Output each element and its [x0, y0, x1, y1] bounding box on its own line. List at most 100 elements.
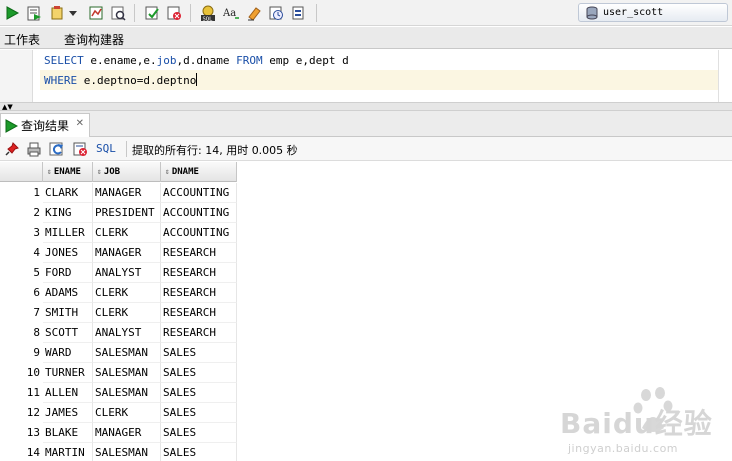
- unshared-sql-icon[interactable]: [288, 3, 308, 23]
- sql-link[interactable]: SQL: [96, 142, 116, 155]
- table-cell-job[interactable]: CLERK: [93, 283, 161, 303]
- explain-plan-icon[interactable]: [108, 3, 128, 23]
- close-icon[interactable]: ✕: [76, 118, 84, 129]
- table-cell-job[interactable]: ANALYST: [93, 323, 161, 343]
- table-cell-ename[interactable]: SCOTT: [43, 323, 93, 343]
- table-row[interactable]: 10 TURNER SALESMAN SALES: [0, 363, 237, 383]
- table-row[interactable]: 12 JAMES CLERK SALES: [0, 403, 237, 423]
- table-cell-dname[interactable]: RESEARCH: [161, 283, 237, 303]
- table-cell-job[interactable]: CLERK: [93, 223, 161, 243]
- table-cell-ename[interactable]: ADAMS: [43, 283, 93, 303]
- table-cell-job[interactable]: MANAGER: [93, 243, 161, 263]
- column-header-dname[interactable]: ⇕ DNAME: [161, 162, 237, 182]
- table-cell-dname[interactable]: RESEARCH: [161, 263, 237, 283]
- table-cell-ename[interactable]: ALLEN: [43, 383, 93, 403]
- row-number: 12: [26, 406, 40, 419]
- table-cell-dname[interactable]: RESEARCH: [161, 323, 237, 343]
- table-cell-ename[interactable]: BLAKE: [43, 423, 93, 443]
- row-number: 11: [26, 386, 40, 399]
- table-cell-ename[interactable]: KING: [43, 203, 93, 223]
- watermark-url: jingyan.baidu.com: [568, 442, 679, 455]
- table-row[interactable]: 14 MARTIN SALESMAN SALES: [0, 443, 237, 461]
- tab-query-results[interactable]: 查询结果 ✕: [0, 113, 90, 137]
- code-line-2[interactable]: WHERE e.deptno=d.deptno: [44, 73, 198, 87]
- svg-text:SQL: SQL: [203, 16, 214, 22]
- sort-icon[interactable]: ⇕: [47, 168, 52, 176]
- table-cell-job[interactable]: SALESMAN: [93, 343, 161, 363]
- clear-icon[interactable]: [244, 3, 264, 23]
- table-cell-job[interactable]: MANAGER: [93, 183, 161, 203]
- table-cell-dname[interactable]: SALES: [161, 383, 237, 403]
- run-script-icon[interactable]: [24, 3, 44, 23]
- table-row[interactable]: 11 ALLEN SALESMAN SALES: [0, 383, 237, 403]
- table-cell-dname[interactable]: RESEARCH: [161, 243, 237, 263]
- table-row[interactable]: 9 WARD SALESMAN SALES: [0, 343, 237, 363]
- table-cell-dname[interactable]: ACCOUNTING: [161, 183, 237, 203]
- table-cell-ename[interactable]: JAMES: [43, 403, 93, 423]
- delete-icon[interactable]: [70, 139, 90, 159]
- sql-keyword: job: [156, 54, 177, 67]
- table-cell-job[interactable]: CLERK: [93, 303, 161, 323]
- table-row[interactable]: 1 CLARK MANAGER ACCOUNTING: [0, 183, 237, 203]
- autotrace-icon[interactable]: [86, 3, 106, 23]
- table-cell-ename[interactable]: TURNER: [43, 363, 93, 383]
- table-row[interactable]: 7 SMITH CLERK RESEARCH: [0, 303, 237, 323]
- sql-editor[interactable]: SELECT e.ename,e.job,d.dname FROM emp e,…: [0, 50, 732, 102]
- chevron-down-icon[interactable]: [66, 3, 80, 23]
- table-cell-dname[interactable]: SALES: [161, 443, 237, 461]
- table-cell-dname[interactable]: SALES: [161, 403, 237, 423]
- connection-selector[interactable]: user_scott: [578, 3, 728, 22]
- table-cell-dname[interactable]: SALES: [161, 363, 237, 383]
- table-cell-ename[interactable]: JONES: [43, 243, 93, 263]
- tab-worksheet[interactable]: 工作表: [4, 31, 40, 48]
- table-cell-job[interactable]: SALESMAN: [93, 363, 161, 383]
- tab-query-builder[interactable]: 查询构建器: [64, 31, 124, 48]
- table-row[interactable]: 4 JONES MANAGER RESEARCH: [0, 243, 237, 263]
- refresh-icon[interactable]: [48, 139, 68, 159]
- table-row[interactable]: 5 FORD ANALYST RESEARCH: [0, 263, 237, 283]
- format-case-icon[interactable]: Aa: [222, 3, 242, 23]
- commit-check-icon[interactable]: [142, 3, 162, 23]
- sql-text: e.ename,e.: [83, 54, 157, 67]
- table-cell-dname[interactable]: ACCOUNTING: [161, 203, 237, 223]
- column-header-ename[interactable]: ⇕ ENAME: [43, 162, 93, 182]
- grid-header: ⇕ ENAME ⇕ JOB ⇕ DNAME: [0, 162, 237, 182]
- table-cell-dname[interactable]: SALES: [161, 343, 237, 363]
- table-cell-ename[interactable]: SMITH: [43, 303, 93, 323]
- table-cell-dname[interactable]: SALES: [161, 423, 237, 443]
- pin-icon[interactable]: [2, 139, 22, 159]
- results-toolbar: SQL 提取的所有行: 14, 用时 0.005 秒: [0, 137, 732, 161]
- print-icon[interactable]: [24, 139, 44, 159]
- table-row[interactable]: 3 MILLER CLERK ACCOUNTING: [0, 223, 237, 243]
- main-toolbar: SQL Aa user_scott: [0, 0, 732, 26]
- table-row[interactable]: 8 SCOTT ANALYST RESEARCH: [0, 323, 237, 343]
- history-icon[interactable]: [266, 3, 286, 23]
- run-statement-icon[interactable]: [2, 3, 22, 23]
- table-cell-ename[interactable]: MARTIN: [43, 443, 93, 461]
- table-row[interactable]: 2 KING PRESIDENT ACCOUNTING: [0, 203, 237, 223]
- commit-icon[interactable]: [48, 3, 68, 23]
- table-cell-job[interactable]: CLERK: [93, 403, 161, 423]
- rollback-icon[interactable]: [164, 3, 184, 23]
- panel-splitter[interactable]: ▲▼: [0, 102, 732, 111]
- table-cell-job[interactable]: MANAGER: [93, 423, 161, 443]
- table-cell-job[interactable]: SALESMAN: [93, 383, 161, 403]
- table-cell-job[interactable]: PRESIDENT: [93, 203, 161, 223]
- sort-icon[interactable]: ⇕: [165, 168, 170, 176]
- sql-tuning-icon[interactable]: SQL: [198, 3, 218, 23]
- table-cell-dname[interactable]: RESEARCH: [161, 303, 237, 323]
- column-header-job[interactable]: ⇕ JOB: [93, 162, 161, 182]
- sort-icon[interactable]: ⇕: [97, 168, 102, 176]
- table-row[interactable]: 13 BLAKE MANAGER SALES: [0, 423, 237, 443]
- table-cell-ename[interactable]: FORD: [43, 263, 93, 283]
- code-line-1[interactable]: SELECT e.ename,e.job,d.dname FROM emp e,…: [44, 54, 349, 67]
- table-cell-job[interactable]: SALESMAN: [93, 443, 161, 461]
- table-cell-dname[interactable]: ACCOUNTING: [161, 223, 237, 243]
- table-cell-job[interactable]: ANALYST: [93, 263, 161, 283]
- table-cell-ename[interactable]: MILLER: [43, 223, 93, 243]
- splitter-arrows-icon[interactable]: ▲▼: [2, 103, 13, 111]
- table-row[interactable]: 6 ADAMS CLERK RESEARCH: [0, 283, 237, 303]
- table-cell-ename[interactable]: CLARK: [43, 183, 93, 203]
- table-cell-ename[interactable]: WARD: [43, 343, 93, 363]
- watermark-brand: Baidu经验: [560, 407, 713, 440]
